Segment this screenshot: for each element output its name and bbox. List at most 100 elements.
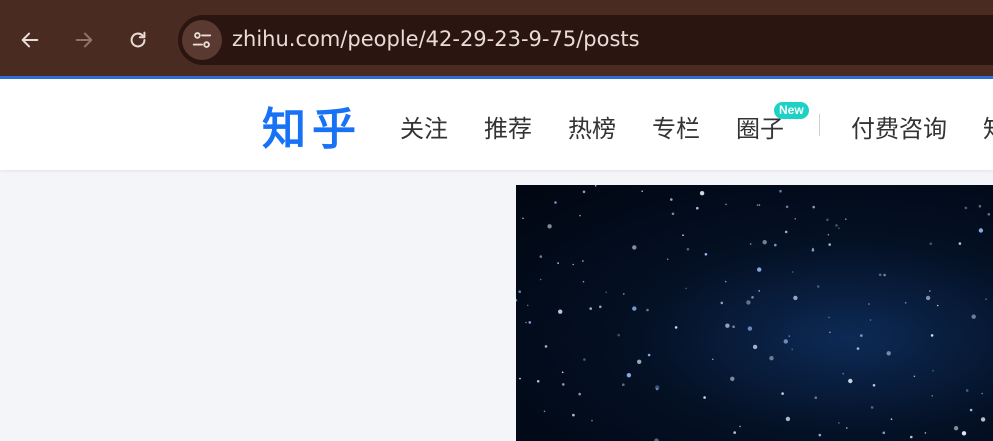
star-dot [878,273,882,277]
star-dot [647,353,651,357]
star-dot [781,392,784,395]
star-dot [751,296,754,299]
star-dot [623,293,625,295]
star-dot [835,224,838,227]
star-dot [599,305,602,309]
star-dot [870,406,874,409]
star-dot [632,245,637,250]
star-dot [519,377,521,380]
star-dot [562,383,565,386]
star-dot [779,189,782,193]
star-dot [617,333,620,337]
star-dot [720,301,724,305]
star-dot [842,372,844,375]
star-dot [747,326,753,331]
star-dot [829,331,831,334]
star-dot [965,389,969,392]
star-dot [762,240,767,245]
star-dot [632,306,637,311]
star-dot [827,233,830,236]
star-dot [725,323,730,328]
star-dot [814,396,818,399]
star-dot [685,287,687,290]
star-dot [522,217,524,220]
star-dot [558,309,563,314]
nav-follow[interactable]: 关注 [400,109,448,144]
star-dot [785,416,791,422]
star-dot [547,224,552,229]
star-dot [589,307,592,310]
star-dot [733,431,736,434]
star-dot [886,351,891,356]
star-dot [525,321,527,324]
zhihu-logo[interactable]: 知乎 [262,93,362,157]
star-dot [929,242,933,246]
star-dot [784,230,788,234]
url-text[interactable]: zhihu.com/people/42-29-23-9-75/posts [232,27,640,51]
star-dot [904,302,907,304]
nav-hot[interactable]: 热榜 [568,109,616,144]
star-dot [637,359,642,364]
star-dot [583,358,586,361]
star-dot [868,303,870,305]
star-dot [774,243,777,247]
star-dot [811,248,815,252]
star-dot [591,419,593,422]
star-dot [791,271,794,273]
star-dot [554,201,557,204]
nav-divider [819,114,820,136]
star-dot [978,228,984,233]
star-dot [869,319,872,321]
star-dot [579,214,581,217]
star-dot [539,278,542,281]
star-dot [987,213,991,216]
star-dot [646,308,649,312]
browser-toolbar: zhihu.com/people/42-29-23-9-75/posts [0,0,993,79]
star-dot [557,262,559,264]
star-dot [816,285,820,288]
star-dot [910,435,913,439]
address-bar[interactable]: zhihu.com/people/42-29-23-9-75/posts [178,15,993,65]
star-dot [931,395,933,397]
star-dot [739,425,741,428]
star-dot [978,204,982,208]
star-dot [578,392,581,396]
star-dot [582,260,584,262]
star-dot [913,375,916,378]
star-dot [572,263,574,266]
back-button[interactable] [10,20,50,60]
star-dot [756,204,759,206]
star-dot [594,185,597,187]
star-dot [971,314,976,319]
arrow-right-icon [75,32,93,48]
forward-button[interactable] [64,20,104,60]
nav-paid-consult[interactable]: 付费咨询 [851,109,947,144]
star-dot [725,203,727,206]
star-dot [794,218,796,220]
star-dot [924,432,927,434]
nav-recommend[interactable]: 推荐 [484,109,532,144]
star-dot [757,267,762,272]
star-dot [826,218,829,222]
star-dot [696,206,699,210]
star-dot [953,426,959,431]
star-dot [749,243,752,245]
star-dot [674,326,678,329]
nav-more[interactable]: 知 [983,109,993,144]
star-dot [785,205,789,209]
star-dot [518,290,521,293]
star-dot [605,291,607,294]
star-dot [682,234,684,236]
star-dot [711,358,714,361]
star-dot [641,190,643,192]
star-dot [812,205,815,209]
star-dot [860,334,863,337]
star-dot [526,304,529,307]
reload-button[interactable] [118,20,158,60]
arrow-left-icon [21,32,39,48]
star-dot [964,206,968,210]
nav-column[interactable]: 专栏 [652,109,700,144]
star-dot [783,339,788,344]
site-info-button[interactable] [182,20,222,60]
star-dot [969,408,973,412]
